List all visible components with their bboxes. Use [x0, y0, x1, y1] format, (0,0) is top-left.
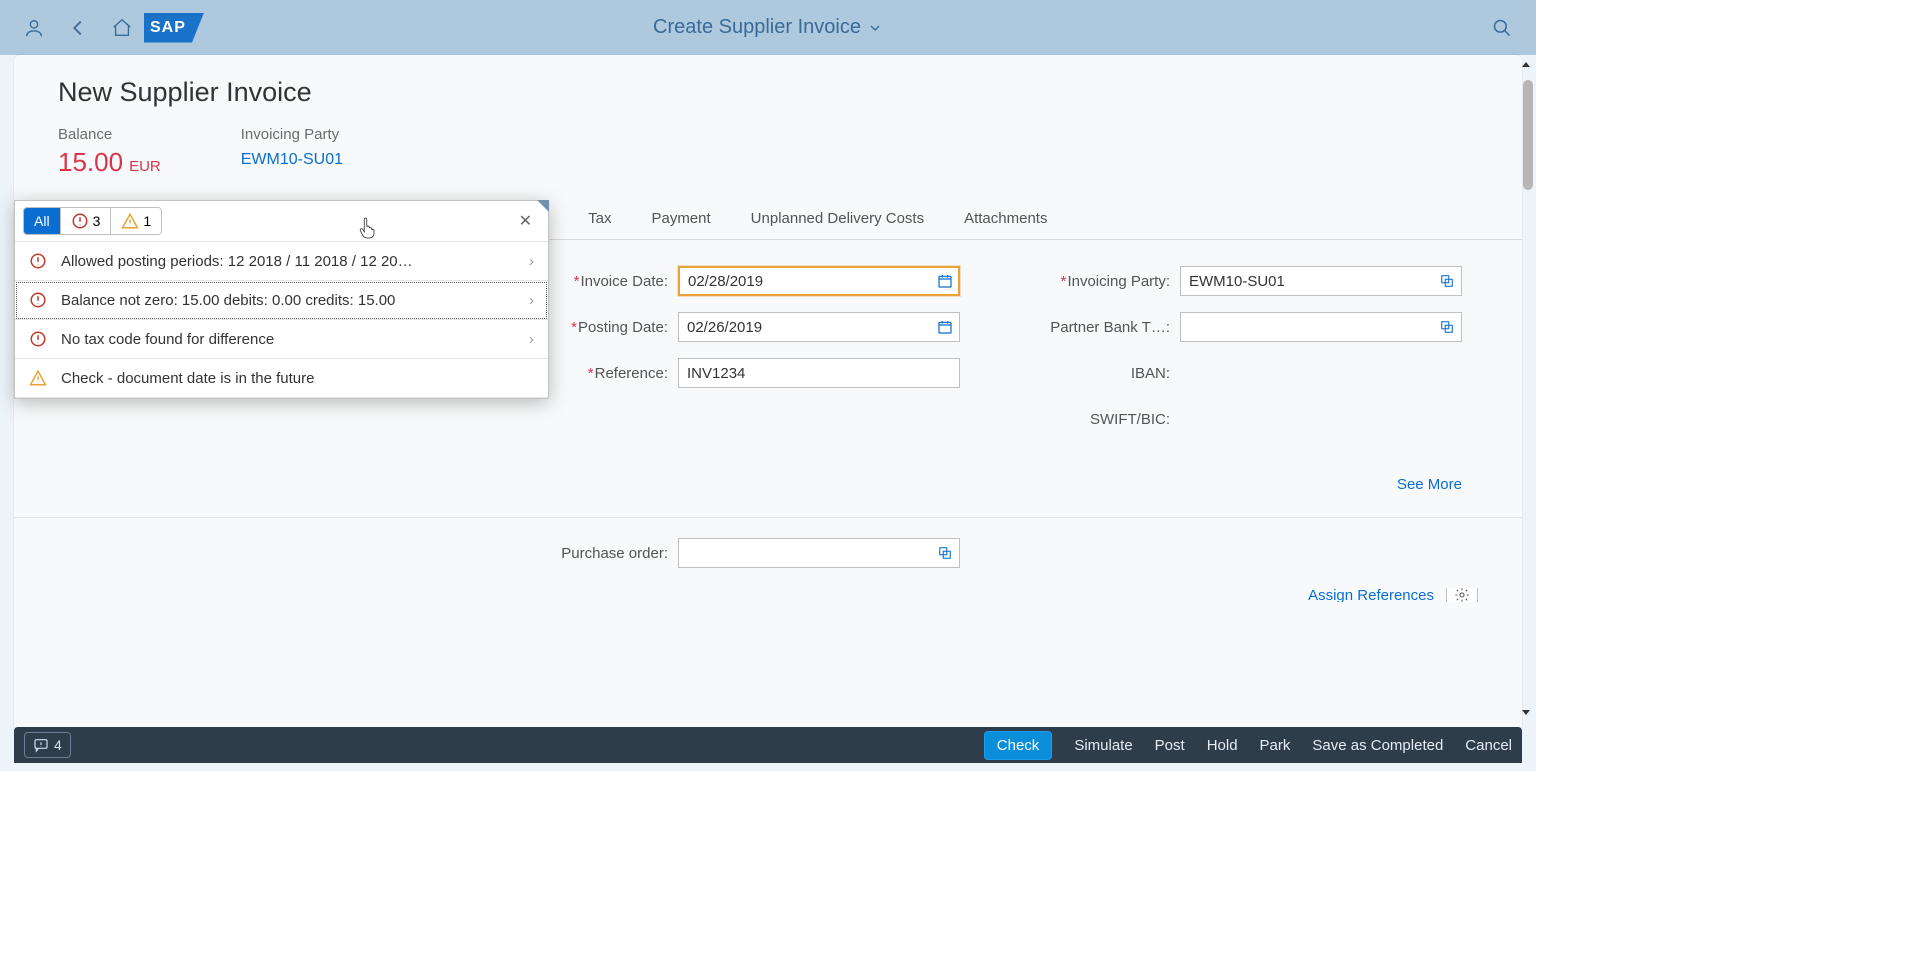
park-button[interactable]: Park [1260, 737, 1291, 754]
back-button[interactable] [56, 8, 100, 48]
iban-label: IBAN: [1020, 365, 1170, 382]
simulate-button[interactable]: Simulate [1074, 737, 1132, 754]
footer-actions: Check Simulate Post Hold Park Save as Co… [984, 731, 1512, 760]
invoice-date-input-wrap [678, 266, 960, 296]
invoicing-party-label: Invoicing Party [241, 126, 343, 143]
message-filter-warnings-count: 1 [143, 213, 151, 229]
save-as-completed-button[interactable]: Save as Completed [1312, 737, 1443, 754]
purchase-order-input[interactable] [678, 538, 960, 568]
value-help-icon[interactable] [1438, 318, 1456, 336]
message-filter-errors[interactable]: 3 [60, 208, 111, 234]
user-button[interactable] [12, 8, 56, 48]
tab-payment[interactable]: Payment [651, 198, 710, 239]
invoice-date-input[interactable] [678, 266, 960, 296]
balance-currency: EUR [129, 158, 161, 175]
table-settings-button[interactable] [1446, 588, 1478, 602]
gear-icon [1454, 588, 1470, 602]
popover-resize-handle[interactable] [537, 200, 549, 212]
home-icon [111, 17, 133, 39]
shell-left: SAP [12, 8, 204, 48]
partner-bank-input[interactable] [1180, 312, 1462, 342]
balance-block: Balance 15.00 EUR [58, 126, 161, 178]
message-item-text: Balance not zero: 15.00 debits: 0.00 cre… [61, 292, 395, 309]
footer-toolbar: 4 Check Simulate Post Hold Park Save as … [14, 727, 1522, 763]
page-title: New Supplier Invoice [58, 77, 1478, 108]
chevron-left-icon [67, 17, 89, 39]
calendar-icon[interactable] [936, 272, 954, 290]
calendar-icon[interactable] [936, 318, 954, 336]
home-button[interactable] [100, 8, 144, 48]
tab-attachments[interactable]: Attachments [964, 198, 1047, 239]
chevron-right-icon: › [529, 253, 534, 270]
message-filter-group: All 3 1 [23, 207, 162, 235]
reference-input[interactable] [678, 358, 960, 388]
footer-message-button[interactable]: 4 [24, 732, 71, 758]
check-button[interactable]: Check [984, 731, 1053, 760]
hold-button[interactable]: Hold [1207, 737, 1238, 754]
invoicing-party-link[interactable]: EWM10-SU01 [241, 151, 343, 169]
value-help-icon[interactable] [936, 544, 954, 562]
warning-icon [121, 212, 139, 230]
partner-bank-label: Partner Bank T…: [1020, 319, 1170, 336]
search-button[interactable] [1480, 8, 1524, 48]
value-help-icon[interactable] [1438, 272, 1456, 290]
message-item-text: No tax code found for difference [61, 331, 274, 348]
scroll-down-arrow[interactable] [1520, 705, 1534, 719]
message-item-text: Check - document date is in the future [61, 370, 314, 387]
error-icon [29, 330, 47, 348]
footer-message-count: 4 [54, 737, 62, 753]
message-icon [33, 737, 49, 753]
posting-date-input[interactable] [678, 312, 960, 342]
invoicing-party-input[interactable] [1180, 266, 1462, 296]
error-icon [29, 252, 47, 270]
app-root: SAP Create Supplier Invoice New Supplier… [0, 0, 1536, 771]
posting-date-input-wrap [678, 312, 960, 342]
message-filter-errors-count: 3 [93, 213, 101, 229]
tab-unplanned-delivery-costs[interactable]: Unplanned Delivery Costs [751, 198, 924, 239]
message-filter-warnings[interactable]: 1 [110, 208, 161, 234]
message-item[interactable]: Allowed posting periods: 12 2018 / 11 20… [15, 242, 548, 281]
chevron-down-icon [867, 20, 883, 36]
post-button[interactable]: Post [1155, 737, 1185, 754]
reference-input-wrap [678, 358, 960, 388]
message-popover: All 3 1 ✕ Allowed posting periods: 12 20… [14, 200, 549, 399]
warning-icon [29, 369, 47, 387]
message-popover-header: All 3 1 ✕ [15, 201, 548, 241]
message-popover-close[interactable]: ✕ [511, 207, 540, 235]
error-icon [29, 291, 47, 309]
cancel-button[interactable]: Cancel [1465, 737, 1512, 754]
chevron-right-icon: › [529, 292, 534, 309]
partner-bank-input-wrap [1180, 312, 1462, 342]
message-item-text: Allowed posting periods: 12 2018 / 11 20… [61, 253, 413, 270]
see-more-link[interactable]: See More [1020, 476, 1462, 493]
balance-label: Balance [58, 126, 161, 143]
message-filter-all[interactable]: All [24, 208, 60, 234]
invoicing-party-input-wrap [1180, 266, 1462, 296]
invoicing-party-block: Invoicing Party EWM10-SU01 [241, 126, 343, 178]
shell-right [1480, 8, 1524, 48]
scroll-thumb[interactable] [1523, 80, 1533, 190]
purchase-order-label: Purchase order: [518, 545, 668, 562]
shell-title-dropdown[interactable]: Create Supplier Invoice [653, 16, 883, 39]
section-purchase-order: Purchase order: Assign References [14, 518, 1522, 632]
person-icon [23, 17, 45, 39]
message-list: Allowed posting periods: 12 2018 / 11 20… [15, 241, 548, 398]
purchase-order-input-wrap [678, 538, 960, 568]
error-icon [71, 212, 89, 230]
page-header: New Supplier Invoice Balance 15.00 EUR I… [14, 55, 1522, 188]
tab-tax[interactable]: Tax [588, 198, 611, 239]
chevron-right-icon: › [529, 331, 534, 348]
message-item[interactable]: Balance not zero: 15.00 debits: 0.00 cre… [15, 281, 548, 320]
search-icon [1492, 18, 1512, 38]
shell-title-text: Create Supplier Invoice [653, 16, 861, 39]
message-item[interactable]: No tax code found for difference › [15, 320, 548, 359]
swift-label: SWIFT/BIC: [1020, 411, 1170, 428]
shell-header: SAP Create Supplier Invoice [0, 0, 1536, 55]
assign-references-link[interactable]: Assign References [1308, 588, 1434, 602]
balance-amount: 15.00 [58, 147, 123, 178]
message-item[interactable]: Check - document date is in the future [15, 359, 548, 398]
invoicing-party-form-label: Invoicing Party: [1020, 273, 1170, 290]
scroll-up-arrow[interactable] [1520, 58, 1534, 72]
sap-logo: SAP [144, 13, 204, 43]
